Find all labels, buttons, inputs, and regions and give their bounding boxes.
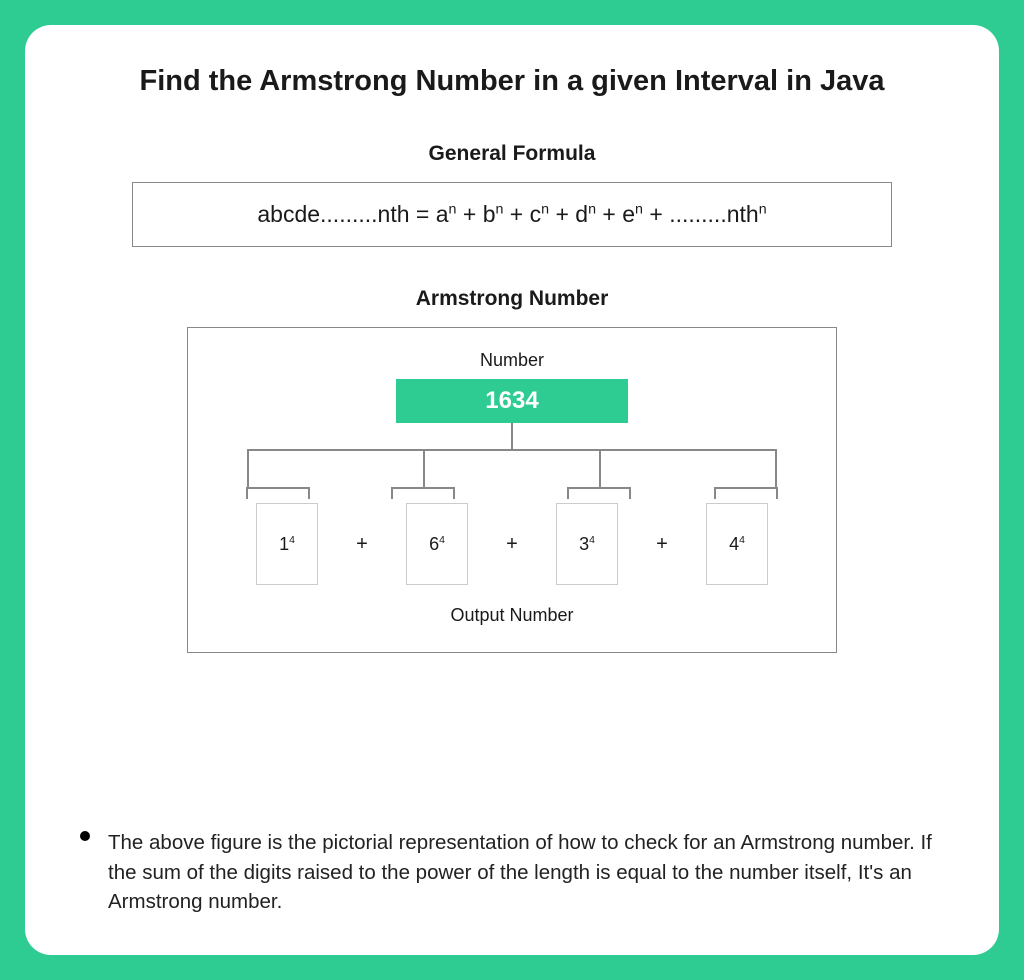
- connector-lines: [247, 423, 777, 493]
- term-2: 64: [406, 503, 468, 585]
- formula-term-e: en: [622, 201, 643, 227]
- plus-2: +: [468, 533, 556, 556]
- page-title: Find the Armstrong Number in a given Int…: [80, 65, 944, 98]
- output-label: Output Number: [218, 605, 806, 626]
- plus-3: +: [618, 533, 706, 556]
- formula-heading: General Formula: [80, 142, 944, 166]
- term-1: 14: [256, 503, 318, 585]
- diagram-heading: Armstrong Number: [80, 287, 944, 311]
- number-label: Number: [218, 350, 806, 371]
- footer-body: The above figure is the pictorial repres…: [80, 828, 944, 917]
- content-card: Find the Armstrong Number in a given Int…: [25, 25, 999, 955]
- formula-term-d: dn: [575, 201, 596, 227]
- formula-term-a: an: [436, 201, 457, 227]
- formula-eq: =: [410, 201, 436, 227]
- number-chip: 1634: [396, 379, 628, 423]
- formula-tail: .........nthn: [669, 201, 766, 227]
- term-4: 44: [706, 503, 768, 585]
- plus-1: +: [318, 533, 406, 556]
- formula-lhs: abcde.........nth: [257, 201, 409, 227]
- formula-box: abcde.........nth = an + bn + cn + dn + …: [132, 182, 892, 247]
- term-3: 34: [556, 503, 618, 585]
- diagram-box: Number 1634 14 + 64 + 34 + 44 Output Num…: [187, 327, 837, 653]
- footer-paragraph: The above figure is the pictorial repres…: [80, 822, 944, 917]
- bullet-icon: [80, 831, 90, 841]
- formula-term-c: cn: [530, 201, 549, 227]
- terms-row: 14 + 64 + 34 + 44: [218, 503, 806, 585]
- formula-term-b: bn: [483, 201, 504, 227]
